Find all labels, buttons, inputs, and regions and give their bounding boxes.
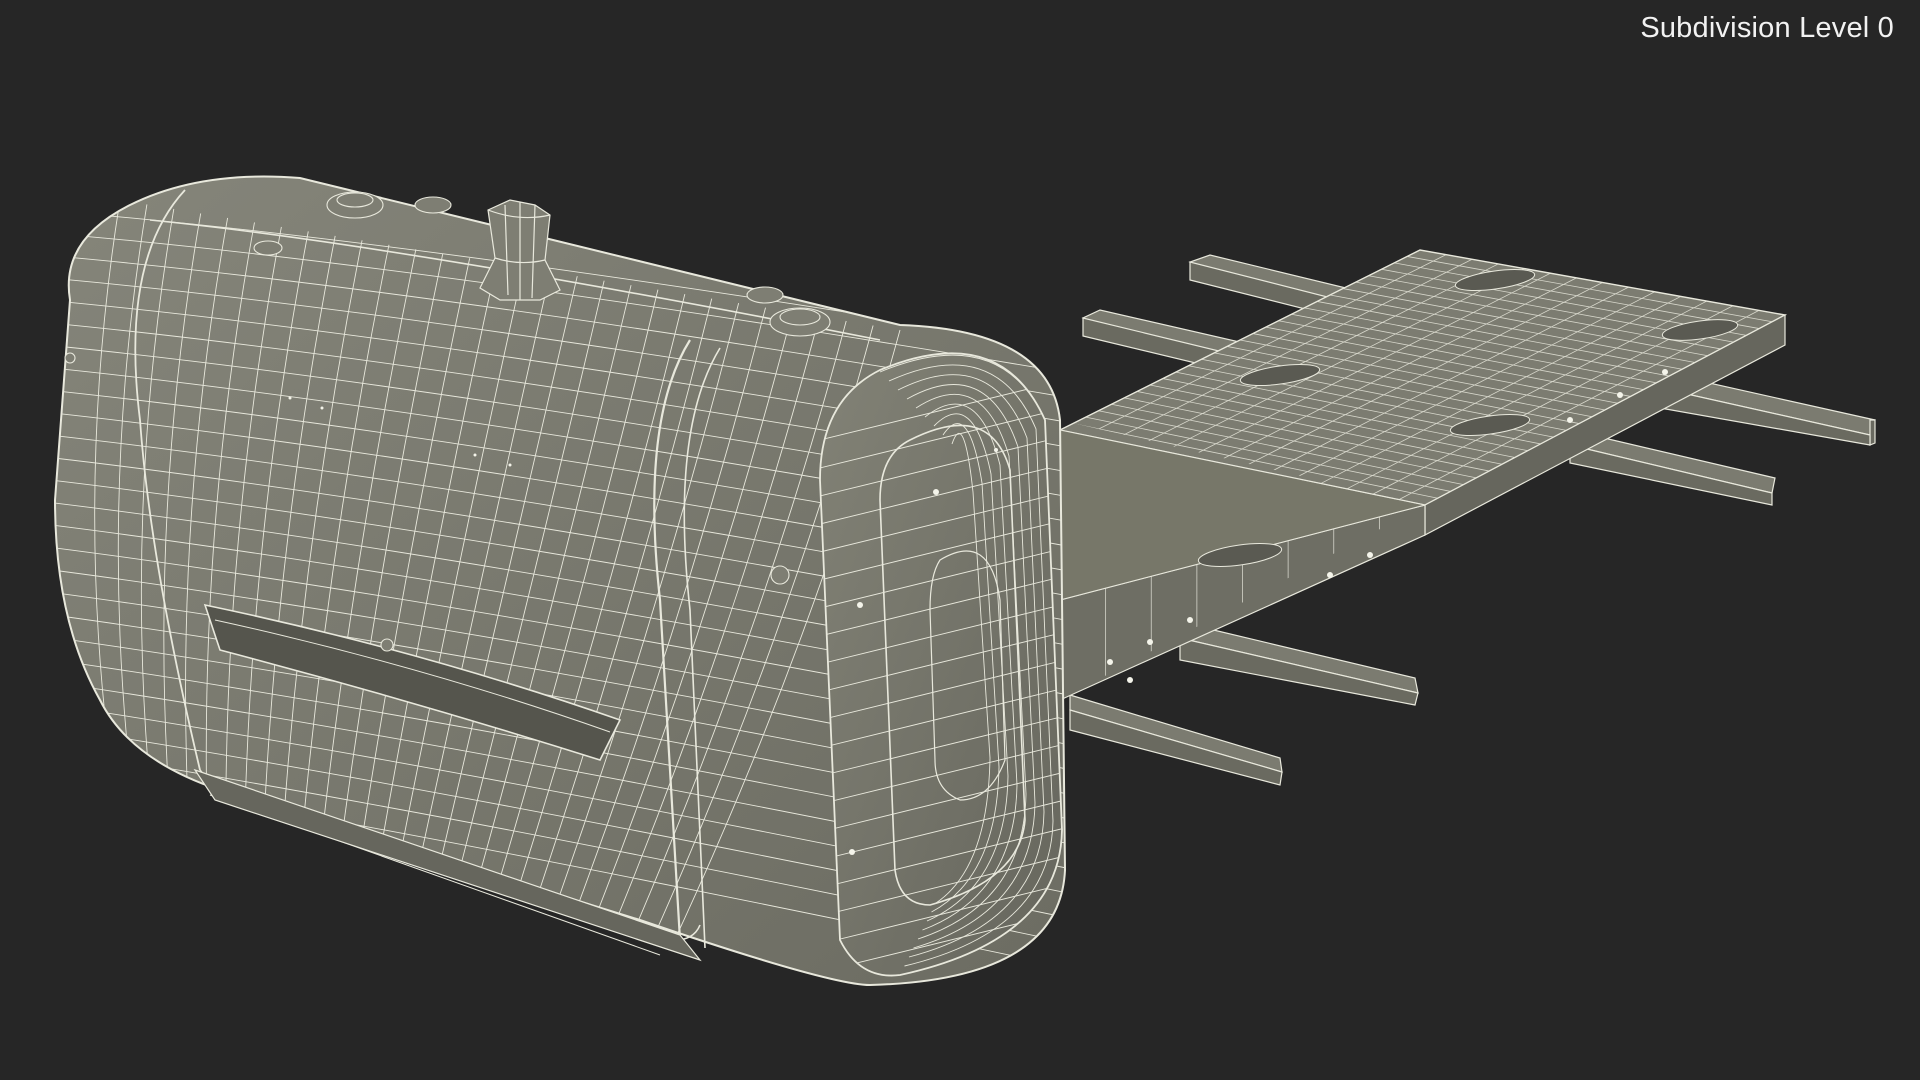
3d-viewport[interactable]: Subdivision Level 0	[0, 0, 1920, 1080]
subdivision-level-label: Subdivision Level 0	[1640, 12, 1894, 44]
robot-body	[53, 175, 1067, 987]
wireframe-scene[interactable]	[0, 0, 1920, 1080]
